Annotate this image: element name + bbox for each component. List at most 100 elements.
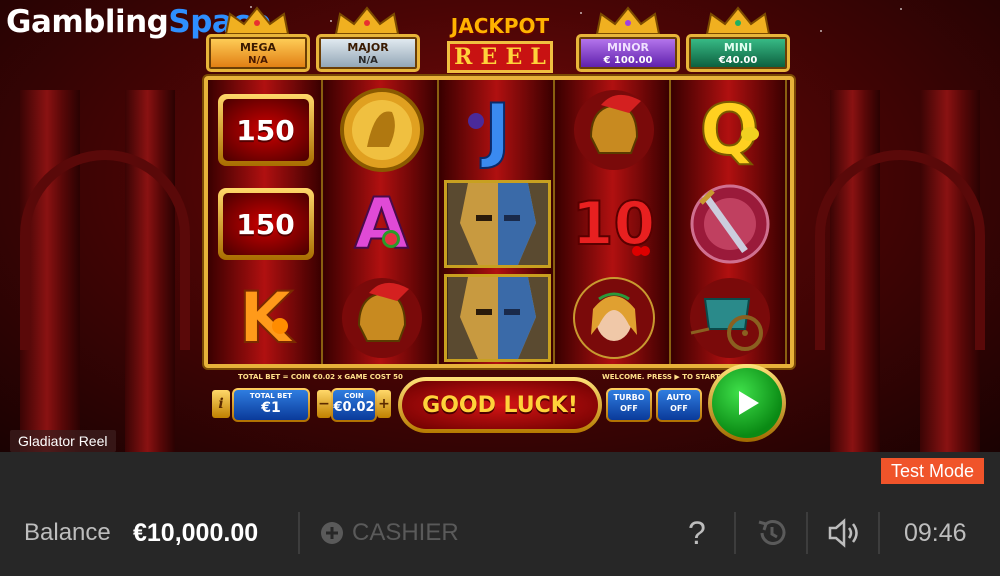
- coin-symbol-150: 150: [212, 180, 319, 268]
- major-crown-icon: [334, 6, 400, 35]
- spin-button[interactable]: [708, 364, 786, 442]
- coin-decrease-button[interactable]: −: [317, 390, 331, 418]
- reel-2: A: [324, 80, 439, 364]
- jackpot-mega: MEGA N/A: [206, 34, 310, 72]
- background-star: [580, 12, 582, 14]
- background-star: [900, 8, 902, 10]
- play-icon: [739, 391, 759, 415]
- footer-divider: [734, 512, 736, 554]
- reel-1: 150 150 K: [208, 80, 323, 364]
- reel-letter: E: [480, 44, 498, 70]
- footer-divider: [878, 512, 880, 554]
- footer-divider: [806, 512, 808, 554]
- info-button[interactable]: i: [212, 390, 230, 418]
- chariot-icon: [689, 278, 770, 358]
- gladiator-helmet-icon: [573, 90, 654, 170]
- balance-value: €10,000.00: [133, 518, 259, 547]
- lemon-icon: [741, 127, 759, 141]
- reel-letter: E: [505, 44, 523, 70]
- minor-crown-icon: [595, 6, 661, 35]
- speaker-icon: [828, 518, 858, 548]
- jackpot-minor-label: MINOR: [606, 41, 650, 54]
- mini-crown-icon: [705, 6, 771, 35]
- coin-label: COIN: [344, 392, 364, 400]
- sound-button[interactable]: [826, 512, 862, 554]
- auto-value: OFF: [670, 404, 688, 413]
- orange-fruit-icon: [272, 318, 288, 334]
- history-button[interactable]: [754, 512, 790, 554]
- cashier-button[interactable]: CASHIER: [320, 512, 459, 554]
- background-arch: [20, 150, 190, 350]
- watermelon-icon: [382, 230, 400, 248]
- jackpot-title-line1: JACKPOT: [450, 14, 550, 38]
- casino-footer-bar: Test Mode Balance €10,000.00 CASHIER ? 0…: [0, 452, 1000, 576]
- gladiator-face-bottom-icon: [447, 277, 548, 359]
- gladiator-helmet-symbol: [328, 274, 435, 362]
- reel-letter: R: [454, 44, 473, 70]
- gold-coin-emperor-icon: [339, 88, 424, 172]
- chariot-symbol: [676, 274, 783, 362]
- woman-portrait-icon: [572, 277, 655, 359]
- jackpot-minor-value: € 100.00: [603, 55, 653, 66]
- turbo-value: OFF: [620, 404, 638, 413]
- jackpot-major-label: MAJOR: [347, 41, 389, 54]
- good-luck-banner: GOOD LUCK!: [398, 377, 602, 433]
- jackpot-mini: MINI €40.00: [686, 34, 790, 72]
- sword-shield-symbol: [676, 180, 783, 268]
- jackpot-mini-label: MINI: [723, 41, 753, 54]
- letter-q-symbol: Q: [676, 86, 783, 174]
- jackpot-mini-value: €40.00: [718, 55, 758, 66]
- letter-j-symbol: J: [444, 86, 551, 174]
- woman-portrait-symbol: [560, 274, 667, 362]
- reel-3: J: [440, 80, 555, 364]
- plus-circle-icon: [321, 522, 343, 544]
- game-stage: GamblingSpace MEGA N/A MAJOR N/A MINOR €…: [0, 0, 1000, 452]
- total-bet-label: TOTAL BET: [249, 392, 293, 400]
- logo-main-text: Gambling: [6, 4, 169, 40]
- letter-a-symbol: A: [328, 180, 435, 268]
- help-button[interactable]: ?: [688, 512, 706, 554]
- reel-4: 10: [556, 80, 671, 364]
- control-bar: TOTAL BET = COIN €0.02 x GAME COST 50 WE…: [204, 364, 794, 442]
- coin-value: €0.02: [333, 400, 375, 415]
- coin-increase-button[interactable]: +: [377, 390, 391, 418]
- cashier-label: CASHIER: [352, 519, 459, 546]
- cherries-icon: [632, 246, 650, 256]
- coin-symbol-150: 150: [212, 86, 319, 174]
- reel-letter: L: [530, 44, 546, 70]
- turbo-toggle[interactable]: TURBO OFF: [606, 388, 652, 422]
- jackpot-major: MAJOR N/A: [316, 34, 420, 72]
- background-arch: [815, 150, 985, 350]
- reel-grid: 150 150 K A J 10 Q: [204, 76, 794, 368]
- mega-crown-icon: [224, 6, 290, 35]
- jackpot-reel-title: JACKPOT R E E L: [447, 14, 553, 78]
- history-icon: [758, 520, 786, 545]
- jackpot-major-value: N/A: [358, 55, 378, 66]
- gladiator-face-symbol: [444, 274, 551, 362]
- gladiator-face-symbol: [444, 180, 551, 268]
- coin-value-text: 150: [222, 99, 309, 161]
- gladiator-helmet-icon: [341, 278, 422, 358]
- total-bet-info: TOTAL BET = COIN €0.02 x GAME COST 50: [238, 373, 403, 381]
- jackpot-title-reel-letters: R E E L: [447, 41, 553, 73]
- coin-value-text: 150: [222, 193, 309, 255]
- total-bet-value: €1: [261, 400, 281, 416]
- number-10-symbol: 10: [560, 180, 667, 268]
- sword-shield-icon: [690, 184, 769, 264]
- gladiator-face-top-icon: [447, 183, 548, 265]
- welcome-message: WELCOME. PRESS ▶ TO START: [602, 373, 720, 381]
- jackpot-mega-label: MEGA: [239, 41, 276, 54]
- plum-icon: [468, 113, 484, 129]
- letter-k-symbol: K: [212, 274, 319, 362]
- turbo-label: TURBO: [613, 393, 645, 402]
- background-star: [820, 30, 822, 32]
- coin-panel: COIN €0.02: [331, 388, 377, 422]
- total-bet-panel[interactable]: TOTAL BET €1: [232, 388, 310, 422]
- reel-5: Q: [672, 80, 787, 364]
- auto-toggle[interactable]: AUTO OFF: [656, 388, 702, 422]
- gladiator-helmet-symbol: [560, 86, 667, 174]
- footer-divider: [298, 512, 300, 554]
- gold-coin-emperor-symbol: [328, 86, 435, 174]
- clock-time: 09:46: [904, 518, 967, 547]
- game-name-label: Gladiator Reel: [10, 430, 116, 452]
